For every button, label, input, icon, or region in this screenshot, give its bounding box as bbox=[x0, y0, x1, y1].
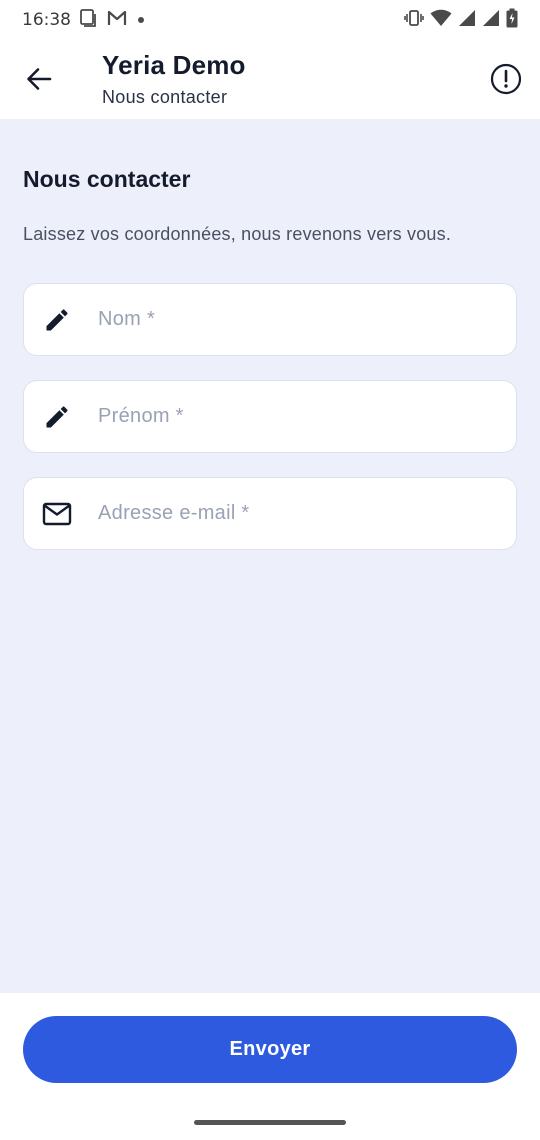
app-title: Yeria Demo bbox=[102, 50, 246, 80]
info-icon bbox=[490, 63, 522, 100]
signal-icon bbox=[482, 9, 500, 32]
app-bar: Yeria Demo Nous contacter bbox=[0, 40, 540, 119]
first-name-input[interactable] bbox=[96, 404, 500, 429]
section-title: Nous contacter bbox=[23, 166, 191, 192]
wifi-icon bbox=[430, 9, 452, 32]
vibrate-icon bbox=[404, 9, 424, 31]
info-button[interactable] bbox=[488, 63, 524, 99]
dot-icon bbox=[137, 11, 145, 29]
pencil-icon bbox=[42, 402, 72, 432]
battery-icon bbox=[506, 8, 518, 33]
send-button[interactable]: Envoyer bbox=[23, 1016, 517, 1083]
section-description: Laissez vos coordonnées, nous revenons v… bbox=[23, 224, 452, 244]
status-bar: 16:38 bbox=[0, 0, 540, 40]
bottom-bar: Envoyer bbox=[0, 993, 540, 1140]
gmail-icon bbox=[107, 10, 127, 31]
email-field[interactable] bbox=[23, 477, 517, 550]
status-right-icons bbox=[404, 8, 518, 33]
status-time: 16:38 bbox=[22, 10, 71, 30]
back-button[interactable] bbox=[18, 60, 60, 102]
arrow-left-icon bbox=[26, 66, 52, 97]
first-name-field[interactable] bbox=[23, 380, 517, 453]
status-left-icons bbox=[79, 8, 145, 32]
app-subtitle: Nous contacter bbox=[102, 87, 228, 107]
signal-icon bbox=[458, 9, 476, 32]
pencil-icon bbox=[42, 305, 72, 335]
mail-icon bbox=[42, 499, 72, 529]
last-name-field[interactable] bbox=[23, 283, 517, 356]
last-name-input[interactable] bbox=[96, 307, 500, 332]
home-indicator[interactable] bbox=[194, 1120, 346, 1125]
email-input[interactable] bbox=[96, 501, 500, 526]
screenshot-icon bbox=[79, 8, 97, 32]
